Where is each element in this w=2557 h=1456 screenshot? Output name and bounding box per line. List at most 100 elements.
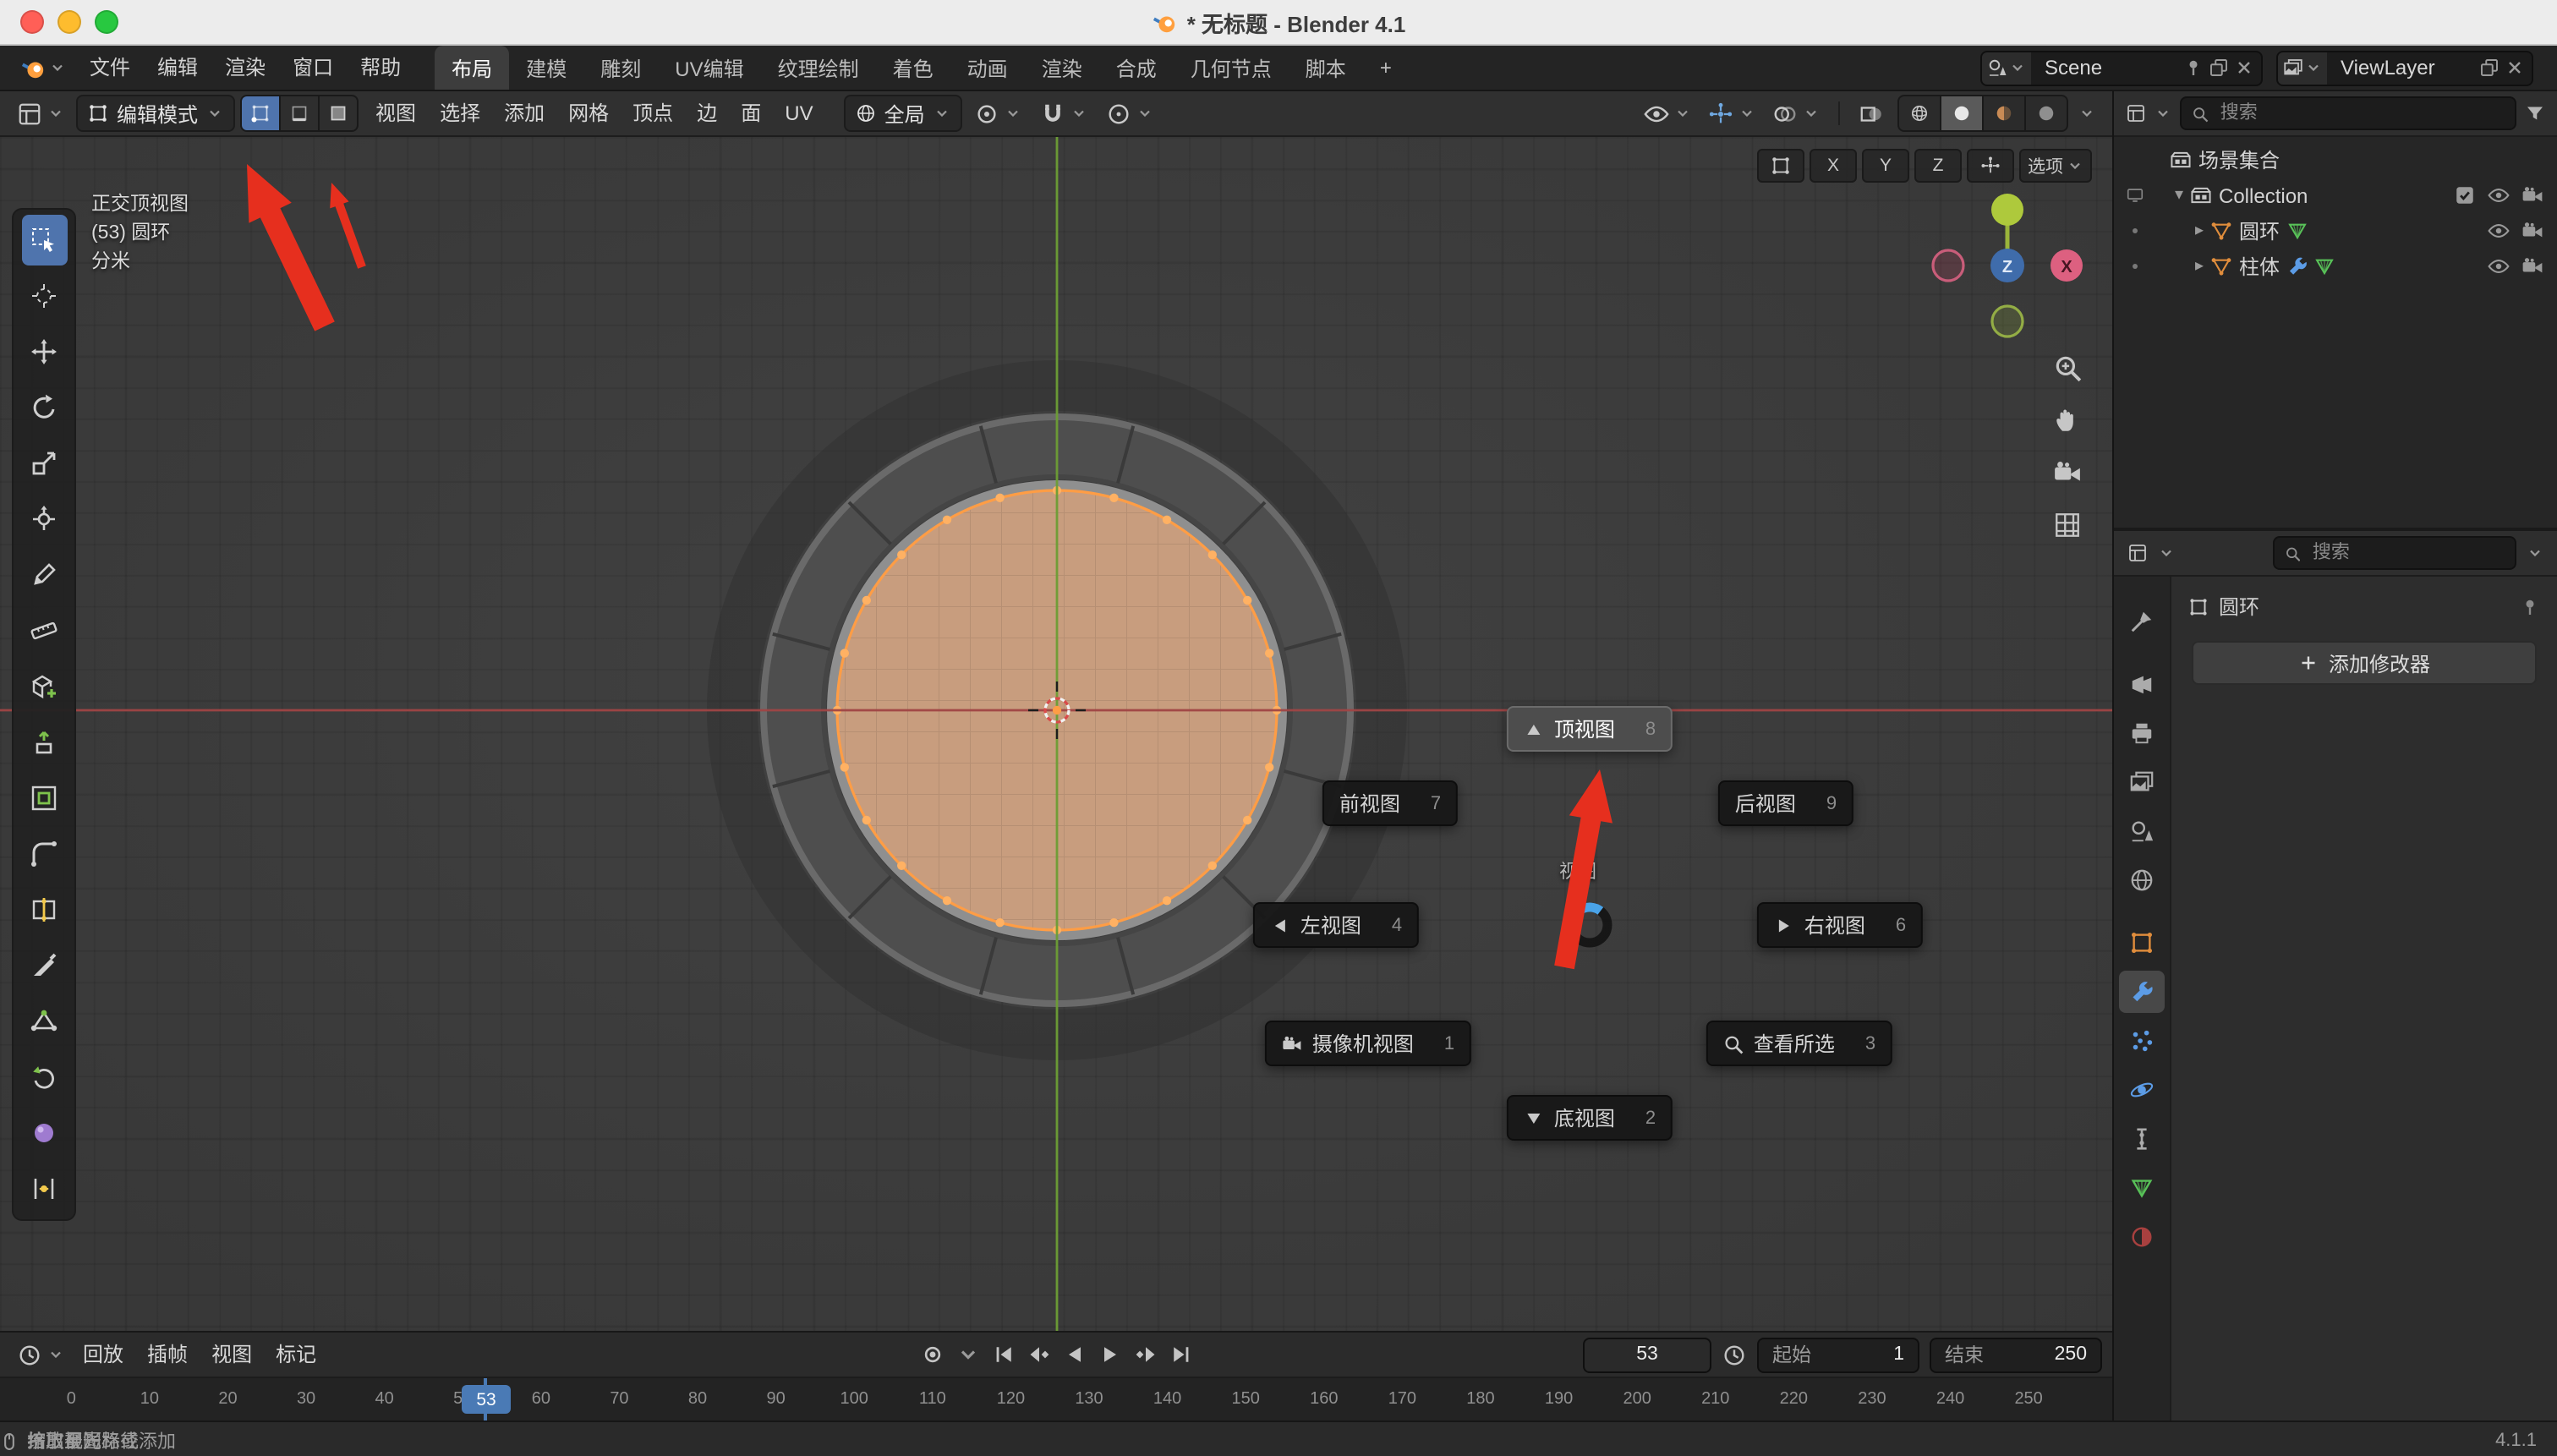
viewport-menu-item[interactable]: 视图 [364, 91, 428, 135]
workspace-tab[interactable]: 建模 [509, 46, 583, 90]
grid-toggle-button[interactable] [2053, 511, 2082, 539]
xray-toggle-button[interactable] [1852, 101, 1891, 126]
tool-edge-slide[interactable] [21, 1163, 67, 1214]
expand-arrow[interactable]: ▸ [2188, 257, 2210, 276]
outliner-row[interactable]: ▾ Collection [2114, 178, 2557, 213]
pie-menu-item[interactable]: 底视图 2 [1507, 1095, 1673, 1141]
viewport-menu-item[interactable]: 网格 [556, 91, 621, 135]
workspace-tab[interactable]: 几何节点 [1174, 46, 1289, 90]
mode-dropdown[interactable]: 编辑模式 [76, 95, 235, 132]
topbar-menu-item[interactable]: 帮助 [347, 46, 414, 90]
close-icon[interactable] [2505, 57, 2525, 78]
timeline-menu-item[interactable]: 插帧 [135, 1333, 200, 1377]
transform-snap-icon-button[interactable] [1967, 149, 2014, 183]
tool-knife[interactable] [21, 940, 67, 991]
tool-inset-faces[interactable] [21, 773, 67, 824]
vertex-select-button[interactable] [242, 96, 279, 130]
face-select-button[interactable] [320, 96, 357, 130]
previous-keyframe-button[interactable] [1027, 1343, 1050, 1366]
frame-end-field[interactable]: 结束250 [1930, 1337, 2102, 1372]
tab-object[interactable] [2119, 922, 2165, 964]
timeline-editor-type-button[interactable] [10, 1342, 71, 1367]
close-icon[interactable] [2234, 57, 2254, 78]
axis-y-positive[interactable] [1991, 194, 2023, 226]
outliner-row[interactable]: 场景集合 [2114, 142, 2557, 178]
viewport-menu-item[interactable]: 选择 [428, 91, 492, 135]
tab-tool[interactable] [2119, 600, 2165, 643]
add-modifier-button[interactable]: 添加修改器 [2192, 641, 2537, 685]
outliner-search-input[interactable] [2217, 101, 2505, 125]
tool-loop-cut[interactable] [21, 884, 67, 935]
pin-icon[interactable] [2183, 57, 2204, 78]
tab-modifiers[interactable] [2119, 971, 2165, 1013]
tab-output[interactable] [2119, 712, 2165, 754]
copy-icon[interactable] [2479, 57, 2500, 78]
expand-arrow[interactable]: ▸ [2188, 222, 2210, 240]
row-label[interactable]: 场景集合 [2198, 145, 2280, 174]
close-window-button[interactable] [20, 10, 44, 34]
tool-transform[interactable] [21, 494, 67, 545]
row-label[interactable]: Collection [2219, 183, 2308, 207]
expand-arrow[interactable]: ▾ [2168, 186, 2190, 205]
transform-mirror-icon-button[interactable] [1757, 149, 1804, 183]
filter-funnel-icon[interactable] [2525, 103, 2545, 123]
zoom-view-button[interactable] [2053, 353, 2082, 382]
disable-render-icon[interactable] [2521, 220, 2543, 242]
row-label[interactable]: 柱体 [2239, 252, 2280, 281]
viewport-menu-item[interactable]: 添加 [492, 91, 556, 135]
workspace-tab[interactable]: 渲染 [1025, 46, 1099, 90]
topbar-menu-item[interactable]: 渲染 [211, 46, 279, 90]
timeline-menu-item[interactable]: 回放 [71, 1333, 135, 1377]
workspace-tab[interactable]: 雕刻 [583, 46, 658, 90]
topbar-menu-item[interactable]: 文件 [76, 46, 144, 90]
auto-keying-button[interactable] [920, 1343, 944, 1366]
tool-scale[interactable] [21, 438, 67, 489]
workspace-tab[interactable]: 脚本 [1289, 46, 1363, 90]
rendered-shading-button[interactable] [2026, 96, 2067, 130]
preview-range-clock-icon[interactable] [1722, 1342, 1747, 1367]
workspace-tab[interactable]: UV编辑 [658, 46, 760, 90]
viewport-menu-item[interactable]: UV [773, 91, 824, 135]
editor-type-button[interactable] [10, 101, 71, 126]
jump-to-end-button[interactable] [1169, 1343, 1192, 1366]
hide-eye-icon[interactable] [2488, 184, 2510, 206]
hide-eye-icon[interactable] [2488, 220, 2510, 242]
tab-material[interactable] [2119, 1216, 2165, 1258]
mirror-axis-button[interactable]: Z [1914, 149, 1962, 183]
tool-measure[interactable] [21, 605, 67, 656]
shading-dropdown[interactable] [2072, 105, 2102, 122]
proportional-edit-button[interactable] [1099, 101, 1160, 126]
tool-bevel[interactable] [21, 829, 67, 879]
tab-object-data[interactable] [2119, 1167, 2165, 1209]
material-preview-button[interactable] [1984, 96, 2024, 130]
topbar-menu-item[interactable]: 窗口 [279, 46, 347, 90]
row-label[interactable]: 圆环 [2239, 216, 2280, 245]
workspace-tab[interactable]: 合成 [1099, 46, 1174, 90]
axis-y-negative[interactable] [1992, 306, 2023, 337]
timeline-ruler[interactable]: 0102030405060708090100110120130140150160… [0, 1378, 2112, 1420]
tab-scene[interactable] [2119, 810, 2165, 852]
current-frame-field[interactable]: 53 [1583, 1337, 1711, 1372]
viewport-menu-item[interactable]: 顶点 [621, 91, 685, 135]
transform-orientation-dropdown[interactable]: 全局 [844, 95, 962, 132]
frame-start-field[interactable]: 起始1 [1757, 1337, 1919, 1372]
mirror-axis-button[interactable]: Y [1862, 149, 1909, 183]
visibility-dropdown[interactable] [1637, 101, 1698, 126]
blender-menu-button[interactable] [14, 55, 73, 80]
mirror-axis-button[interactable]: X [1810, 149, 1857, 183]
properties-search-input[interactable] [2309, 541, 2505, 565]
tool-smooth[interactable] [21, 1108, 67, 1158]
outliner-row[interactable]: ▸ 柱体 [2114, 249, 2557, 284]
pie-menu-item[interactable]: 顶视图 8 [1507, 706, 1673, 752]
tab-view-layer[interactable] [2119, 761, 2165, 803]
tool-rotate[interactable] [21, 382, 67, 433]
current-frame-badge[interactable]: 53 [462, 1385, 511, 1414]
topbar-menu-item[interactable]: 编辑 [144, 46, 211, 90]
pie-menu-item[interactable]: 摄像机视图 1 [1265, 1021, 1471, 1066]
disable-render-icon[interactable] [2521, 255, 2543, 277]
workspace-tab[interactable]: 纹理绘制 [761, 46, 876, 90]
disable-render-icon[interactable] [2521, 184, 2543, 206]
tool-extrude-region[interactable] [21, 717, 67, 768]
tool-spin[interactable] [21, 1052, 67, 1103]
scene-selector[interactable]: Scene [1980, 50, 2263, 85]
